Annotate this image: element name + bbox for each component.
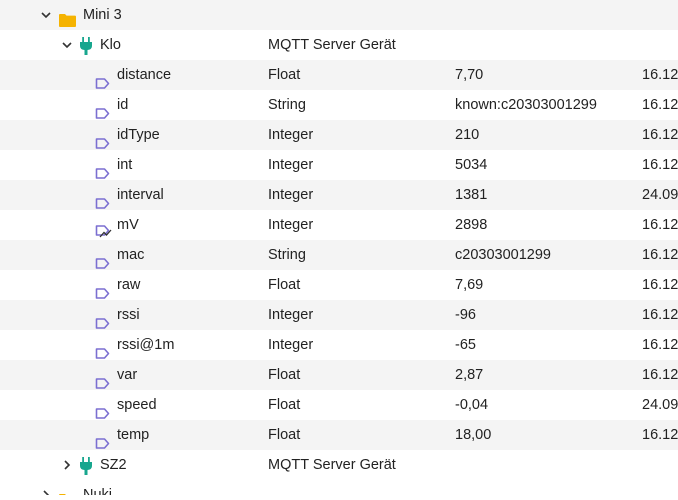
timestamp-cell: 16.12 <box>642 127 678 143</box>
value-cell[interactable]: -96 <box>455 300 476 330</box>
value-cell[interactable]: 18,00 <box>455 420 491 450</box>
value-cell[interactable]: 210 <box>455 120 479 150</box>
state-row[interactable]: var Float 2,87 16.12 <box>0 360 678 390</box>
timestamp-cell: 16.12 <box>642 427 678 443</box>
state-row[interactable]: speed Float -0,04 24.09 <box>0 390 678 420</box>
type-cell: Float <box>268 397 301 413</box>
timestamp-cell: 16.12 <box>642 217 678 233</box>
chevron-right-icon[interactable] <box>40 489 52 495</box>
value-cell[interactable]: known:c20303001299 <box>455 90 597 120</box>
state-row[interactable]: rssi Integer -96 16.12 <box>0 300 678 330</box>
timestamp-cell: 24.09 <box>642 397 678 413</box>
type-cell: Integer <box>268 127 314 143</box>
state-row[interactable]: distance Float 7,70 16.12 <box>0 60 678 90</box>
tree-row-mini3[interactable]: Mini 3 <box>0 0 678 30</box>
timestamp-cell: 16.12 <box>642 157 678 173</box>
state-row[interactable]: mac String c20303001299 16.12 <box>0 240 678 270</box>
timestamp-cell: 16.12 <box>642 277 678 293</box>
timestamp-cell: 16.12 <box>642 307 678 323</box>
type-cell: Integer <box>268 157 314 173</box>
type-cell: String <box>268 247 306 263</box>
timestamp-cell: 24.09 <box>642 187 678 203</box>
state-row[interactable]: interval Integer 1381 24.09 <box>0 180 678 210</box>
type-cell: Integer <box>268 307 314 323</box>
timestamp-cell: 16.12 <box>642 247 678 263</box>
object-tree: Mini 3 Klo MQTT Server Gerät distance Flo… <box>0 0 678 495</box>
state-name: temp <box>117 427 150 443</box>
type-cell: Float <box>268 427 301 443</box>
value-cell[interactable]: -0,04 <box>455 390 488 420</box>
type-cell: Float <box>268 367 301 383</box>
folder-icon <box>59 488 76 495</box>
value-cell[interactable]: 2,87 <box>455 360 483 390</box>
tree-label: SZ2 <box>100 457 127 473</box>
tree-label: Nuki <box>83 487 113 495</box>
state-name: speed <box>117 397 157 413</box>
value-cell[interactable]: 7,69 <box>455 270 483 300</box>
timestamp-cell: 16.12 <box>642 97 678 113</box>
tree-label: Klo <box>100 37 121 53</box>
state-name: distance <box>117 67 172 83</box>
timestamp-cell: 16.12 <box>642 337 678 353</box>
tree-label: Mini 3 <box>83 7 122 23</box>
tree-row-klo[interactable]: Klo MQTT Server Gerät <box>0 30 678 60</box>
state-name: rssi@1m <box>117 337 175 353</box>
tree-row-nuki[interactable]: Nuki <box>0 480 678 495</box>
state-name: var <box>117 367 138 383</box>
state-row[interactable]: mV Integer 2898 16.12 <box>0 210 678 240</box>
state-row[interactable]: id String known:c20303001299 16.12 <box>0 90 678 120</box>
type-cell: String <box>268 97 306 113</box>
type-cell: MQTT Server Gerät <box>268 37 396 53</box>
type-cell: Float <box>268 67 301 83</box>
value-cell[interactable]: 7,70 <box>455 60 483 90</box>
state-name: id <box>117 97 129 113</box>
tree-row-sz2[interactable]: SZ2 MQTT Server Gerät <box>0 450 678 480</box>
chevron-right-icon[interactable] <box>61 459 73 471</box>
value-cell[interactable]: c20303001299 <box>455 240 551 270</box>
type-cell: Integer <box>268 187 314 203</box>
type-cell: Integer <box>268 337 314 353</box>
state-name: rssi <box>117 307 140 323</box>
state-name: raw <box>117 277 141 293</box>
type-cell: Integer <box>268 217 314 233</box>
state-row[interactable]: raw Float 7,69 16.12 <box>0 270 678 300</box>
state-row[interactable]: int Integer 5034 16.12 <box>0 150 678 180</box>
value-cell[interactable]: -65 <box>455 330 476 360</box>
state-row[interactable]: idType Integer 210 16.12 <box>0 120 678 150</box>
state-name: idType <box>117 127 160 143</box>
value-cell[interactable]: 5034 <box>455 150 487 180</box>
type-cell: Float <box>268 277 301 293</box>
timestamp-cell: 16.12 <box>642 67 678 83</box>
state-name: mV <box>117 217 139 233</box>
state-name: interval <box>117 187 164 203</box>
timestamp-cell: 16.12 <box>642 367 678 383</box>
state-row[interactable]: temp Float 18,00 16.12 <box>0 420 678 450</box>
value-cell[interactable]: 1381 <box>455 180 487 210</box>
chevron-down-icon[interactable] <box>40 9 52 21</box>
state-row[interactable]: rssi@1m Integer -65 16.12 <box>0 330 678 360</box>
chevron-down-icon[interactable] <box>61 39 73 51</box>
value-cell[interactable]: 2898 <box>455 210 487 240</box>
state-name: mac <box>117 247 145 263</box>
type-cell: MQTT Server Gerät <box>268 457 396 473</box>
state-name: int <box>117 157 133 173</box>
